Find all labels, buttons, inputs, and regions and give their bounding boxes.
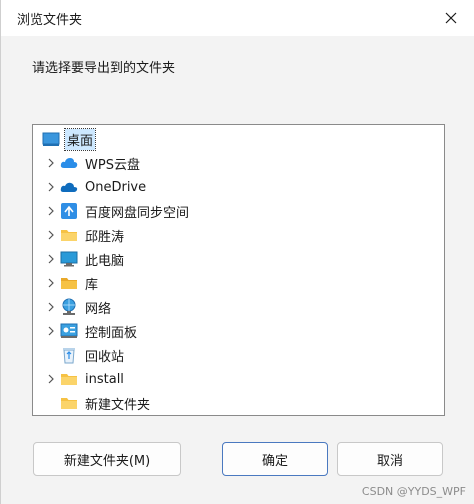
- baidu-sync-icon: [59, 201, 79, 221]
- tree-item-label: 邱胜涛: [85, 229, 125, 245]
- tree-item[interactable]: 控制面板: [33, 319, 444, 343]
- tree-item-label: 百度网盘同步空间: [85, 205, 190, 221]
- tree-item-label: install: [85, 371, 124, 387]
- browse-folder-dialog: 浏览文件夹 请选择要导出到的文件夹 桌面 WPS云盘 OneDrive 百度网盘同步空…: [0, 0, 474, 504]
- computer-icon: [59, 249, 79, 269]
- network-icon: [59, 297, 79, 317]
- chevron-right-icon[interactable]: [43, 295, 59, 319]
- chevron-right-icon[interactable]: [43, 247, 59, 271]
- dialog-title: 浏览文件夹: [17, 13, 83, 28]
- tree-item[interactable]: WPS云盘: [33, 151, 444, 175]
- close-button[interactable]: [441, 8, 461, 28]
- tree-item-label: 新建文件夹: [85, 397, 151, 413]
- ok-button[interactable]: 确定: [222, 442, 328, 476]
- tree-item-label: 此电脑: [85, 253, 125, 269]
- tree-item-label: 库: [85, 277, 99, 293]
- chevron-right-icon[interactable]: [43, 367, 59, 391]
- cancel-button[interactable]: 取消: [337, 442, 443, 476]
- recycle-bin-icon: [59, 345, 79, 365]
- tree-item[interactable]: OneDrive: [33, 175, 444, 199]
- title-bar: 浏览文件夹: [1, 0, 474, 36]
- chevron-right-icon[interactable]: [43, 175, 59, 199]
- chevron-right-icon[interactable]: [43, 223, 59, 247]
- tree-item[interactable]: install: [33, 367, 444, 391]
- chevron-right-icon[interactable]: [43, 271, 59, 295]
- folder-icon: [59, 393, 79, 413]
- tree-item[interactable]: 邱胜涛: [33, 223, 444, 247]
- tree-item[interactable]: 百度网盘同步空间: [33, 199, 444, 223]
- tree-item[interactable]: 回收站: [33, 343, 444, 367]
- tree-item[interactable]: 桌面: [33, 127, 444, 151]
- dialog-body: 请选择要导出到的文件夹 桌面 WPS云盘 OneDrive 百度网盘同步空间 邱胜涛此电…: [9, 36, 467, 432]
- control-panel-icon: [59, 321, 79, 341]
- tree-item-label: 桌面: [63, 127, 97, 151]
- tree-item-label: OneDrive: [85, 179, 147, 195]
- tree-item-label: 回收站: [85, 349, 125, 365]
- chevron-right-icon[interactable]: [43, 319, 59, 343]
- tree-item-label: WPS云盘: [85, 157, 140, 173]
- new-folder-button[interactable]: 新建文件夹(M): [33, 442, 181, 476]
- chevron-right-icon[interactable]: [43, 199, 59, 223]
- close-icon: [445, 12, 457, 24]
- tree-item-label: 控制面板: [85, 325, 138, 341]
- folder-tree[interactable]: 桌面 WPS云盘 OneDrive 百度网盘同步空间 邱胜涛此电脑库网络控制面板回收站 i…: [32, 124, 445, 416]
- chevron-right-icon[interactable]: [43, 151, 59, 175]
- library-icon: [59, 273, 79, 293]
- desktop-icon: [41, 129, 61, 149]
- tree-item[interactable]: 此电脑: [33, 247, 444, 271]
- tree-item[interactable]: 新建文件夹: [33, 391, 444, 415]
- cloud-icon: [59, 153, 79, 173]
- tree-item[interactable]: 网络: [33, 295, 444, 319]
- onedrive-icon: [59, 177, 79, 197]
- tree-item[interactable]: 库: [33, 271, 444, 295]
- folder-icon: [59, 369, 79, 389]
- tree-item-label: 网络: [85, 301, 112, 317]
- instruction-text: 请选择要导出到的文件夹: [32, 61, 176, 76]
- folder-icon: [59, 225, 79, 245]
- watermark: CSDN @YYDS_WPF: [361, 485, 466, 498]
